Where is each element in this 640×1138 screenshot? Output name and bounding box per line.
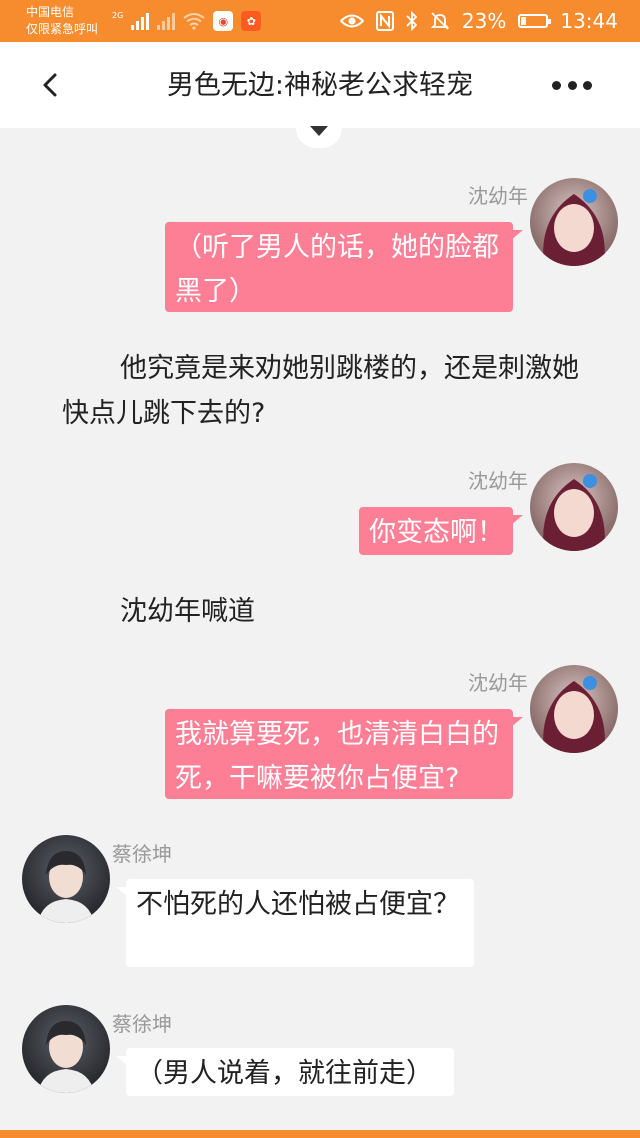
mute-icon [430, 12, 450, 30]
status-left-icons: 2G ◉ ✿ [112, 10, 262, 32]
sender-name: 沈幼年 [468, 469, 528, 493]
avatar-shenyounian[interactable] [530, 665, 618, 753]
collapse-header-toggle[interactable] [296, 108, 342, 148]
emergency-only-text: 仅限紧急呼叫 [26, 22, 99, 36]
battery-level-fill [521, 17, 527, 25]
battery-icon [518, 14, 552, 28]
kuaishou-app-icon: ✿ [241, 11, 262, 31]
more-menu-icon[interactable] [552, 73, 592, 97]
eye-icon [339, 14, 364, 28]
chat-bubble[interactable]: （男人说着，就往前走） [116, 1048, 454, 1096]
wifi-icon [183, 13, 205, 30]
weibo-app-icon: ◉ [213, 11, 234, 31]
carrier-name: 中国电信 [26, 5, 75, 19]
network-type-label: 2G [112, 10, 124, 20]
avatar-caixukun[interactable] [22, 1005, 110, 1093]
battery-percent: 23% [461, 9, 507, 33]
carrier-info: 中国电信 仅限紧急呼叫 [26, 4, 98, 38]
chat-bubble[interactable]: 我就算要死，也清清白白的死，干嘛要被你占便宜? [165, 709, 523, 799]
chat-bubble[interactable]: 不怕死的人还怕被占便宜？ [116, 879, 474, 967]
caret-down-icon [310, 126, 328, 136]
bluetooth-icon [406, 11, 418, 31]
status-right-icons: 23% 13:44 [339, 8, 618, 34]
bottom-toolbar-edge [0, 1130, 640, 1138]
avatar-caixukun[interactable] [22, 835, 110, 923]
page-title: 男色无边:神秘老公求轻宠 [166, 70, 474, 101]
signal-off-icon [157, 12, 176, 30]
signal-icon [131, 12, 150, 30]
clock-time: 13:44 [560, 9, 618, 33]
narration-text: 他究竟是来劝她别跳楼的，还是刺激她快点儿跳下去的? [62, 353, 579, 429]
chat-bubble[interactable]: （听了男人的话，她的脸都黑了） [165, 222, 523, 312]
sender-name: 沈幼年 [468, 184, 528, 208]
avatar-shenyounian[interactable] [530, 463, 618, 551]
chat-bubble[interactable]: 你变态啊！ [359, 507, 523, 555]
status-bar: 中国电信 仅限紧急呼叫 2G ◉ ✿ 23% 13:44 [0, 0, 640, 42]
back-arrow-icon[interactable] [34, 67, 70, 103]
avatar-shenyounian[interactable] [530, 178, 618, 266]
nfc-icon [375, 11, 394, 31]
sender-name: 蔡徐坤 [112, 842, 172, 866]
sender-name: 沈幼年 [468, 671, 528, 695]
narration-text: 沈幼年喊道 [120, 596, 255, 627]
sender-name: 蔡徐坤 [112, 1012, 172, 1036]
